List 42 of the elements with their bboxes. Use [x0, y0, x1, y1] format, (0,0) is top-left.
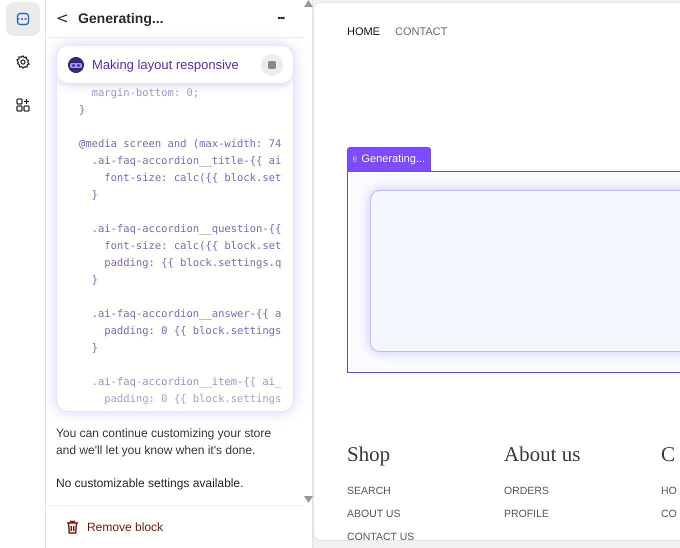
footer-link[interactable]: HO — [661, 484, 680, 496]
robot-icon — [67, 56, 85, 74]
code-line: .ai-faq-accordion__question-{{ — [90, 222, 282, 237]
code-line: .ai-faq-accordion__title-{{ ai — [90, 154, 282, 169]
nav-link[interactable]: CONTACT — [395, 24, 448, 40]
no-settings-text: No customizable settings available. — [56, 475, 244, 492]
code-line: .ai-faq-accordion__answer-{{ a — [90, 307, 282, 322]
remove-block-button[interactable]: Remove block — [66, 518, 164, 536]
status-text: Making layout responsive — [92, 56, 240, 74]
code-line: font-size: calc({{ block.set — [103, 239, 282, 254]
code-line: } — [79, 103, 86, 118]
footer-link[interactable]: ABOUT US — [347, 508, 504, 520]
footer-link[interactable]: ORDERS — [504, 484, 661, 496]
code-line: margin-bottom: 0; — [90, 86, 200, 101]
stop-button[interactable] — [261, 54, 283, 76]
footer-link[interactable]: CO — [661, 508, 680, 520]
scroll-up-icon[interactable] — [304, 0, 312, 7]
back-button[interactable]: < — [56, 7, 66, 30]
more-button[interactable]: ••• — [278, 12, 284, 26]
sections-icon[interactable] — [6, 2, 40, 36]
code-line: font-size: calc({{ block.set — [103, 171, 282, 186]
footer-heading: Shop — [347, 441, 392, 468]
scroll-down-icon[interactable] — [304, 496, 312, 503]
code-line: padding: 0 {{ block.settings — [103, 324, 282, 339]
code-line: } — [90, 341, 99, 356]
footer-heading: C — [661, 441, 676, 468]
footer-link[interactable]: SEARCH — [347, 484, 504, 496]
trash-icon — [66, 520, 79, 534]
panel-title: Generating... — [78, 9, 165, 28]
code-line: } — [90, 273, 99, 288]
footer-heading: About us — [504, 441, 582, 468]
generating-badge: Generating... — [347, 147, 431, 171]
footer-link[interactable]: CONTACT US — [347, 530, 504, 542]
code-line: } — [90, 188, 99, 203]
code-line: padding: {{ block.settings.q — [103, 256, 282, 271]
info-text: You can continue customizing your store and we'll let you know when it's done. — [56, 425, 272, 459]
code-line: @media screen and (max-width: 74 — [79, 137, 282, 152]
sections-icon — [353, 154, 358, 164]
code-line: .ai-faq-accordion__item-{{ ai_ — [90, 375, 282, 390]
nav-link[interactable]: HOME — [347, 24, 380, 40]
code-line: padding: 0 {{ block.settings — [103, 392, 282, 407]
footer-link[interactable]: PROFILE — [504, 508, 661, 520]
